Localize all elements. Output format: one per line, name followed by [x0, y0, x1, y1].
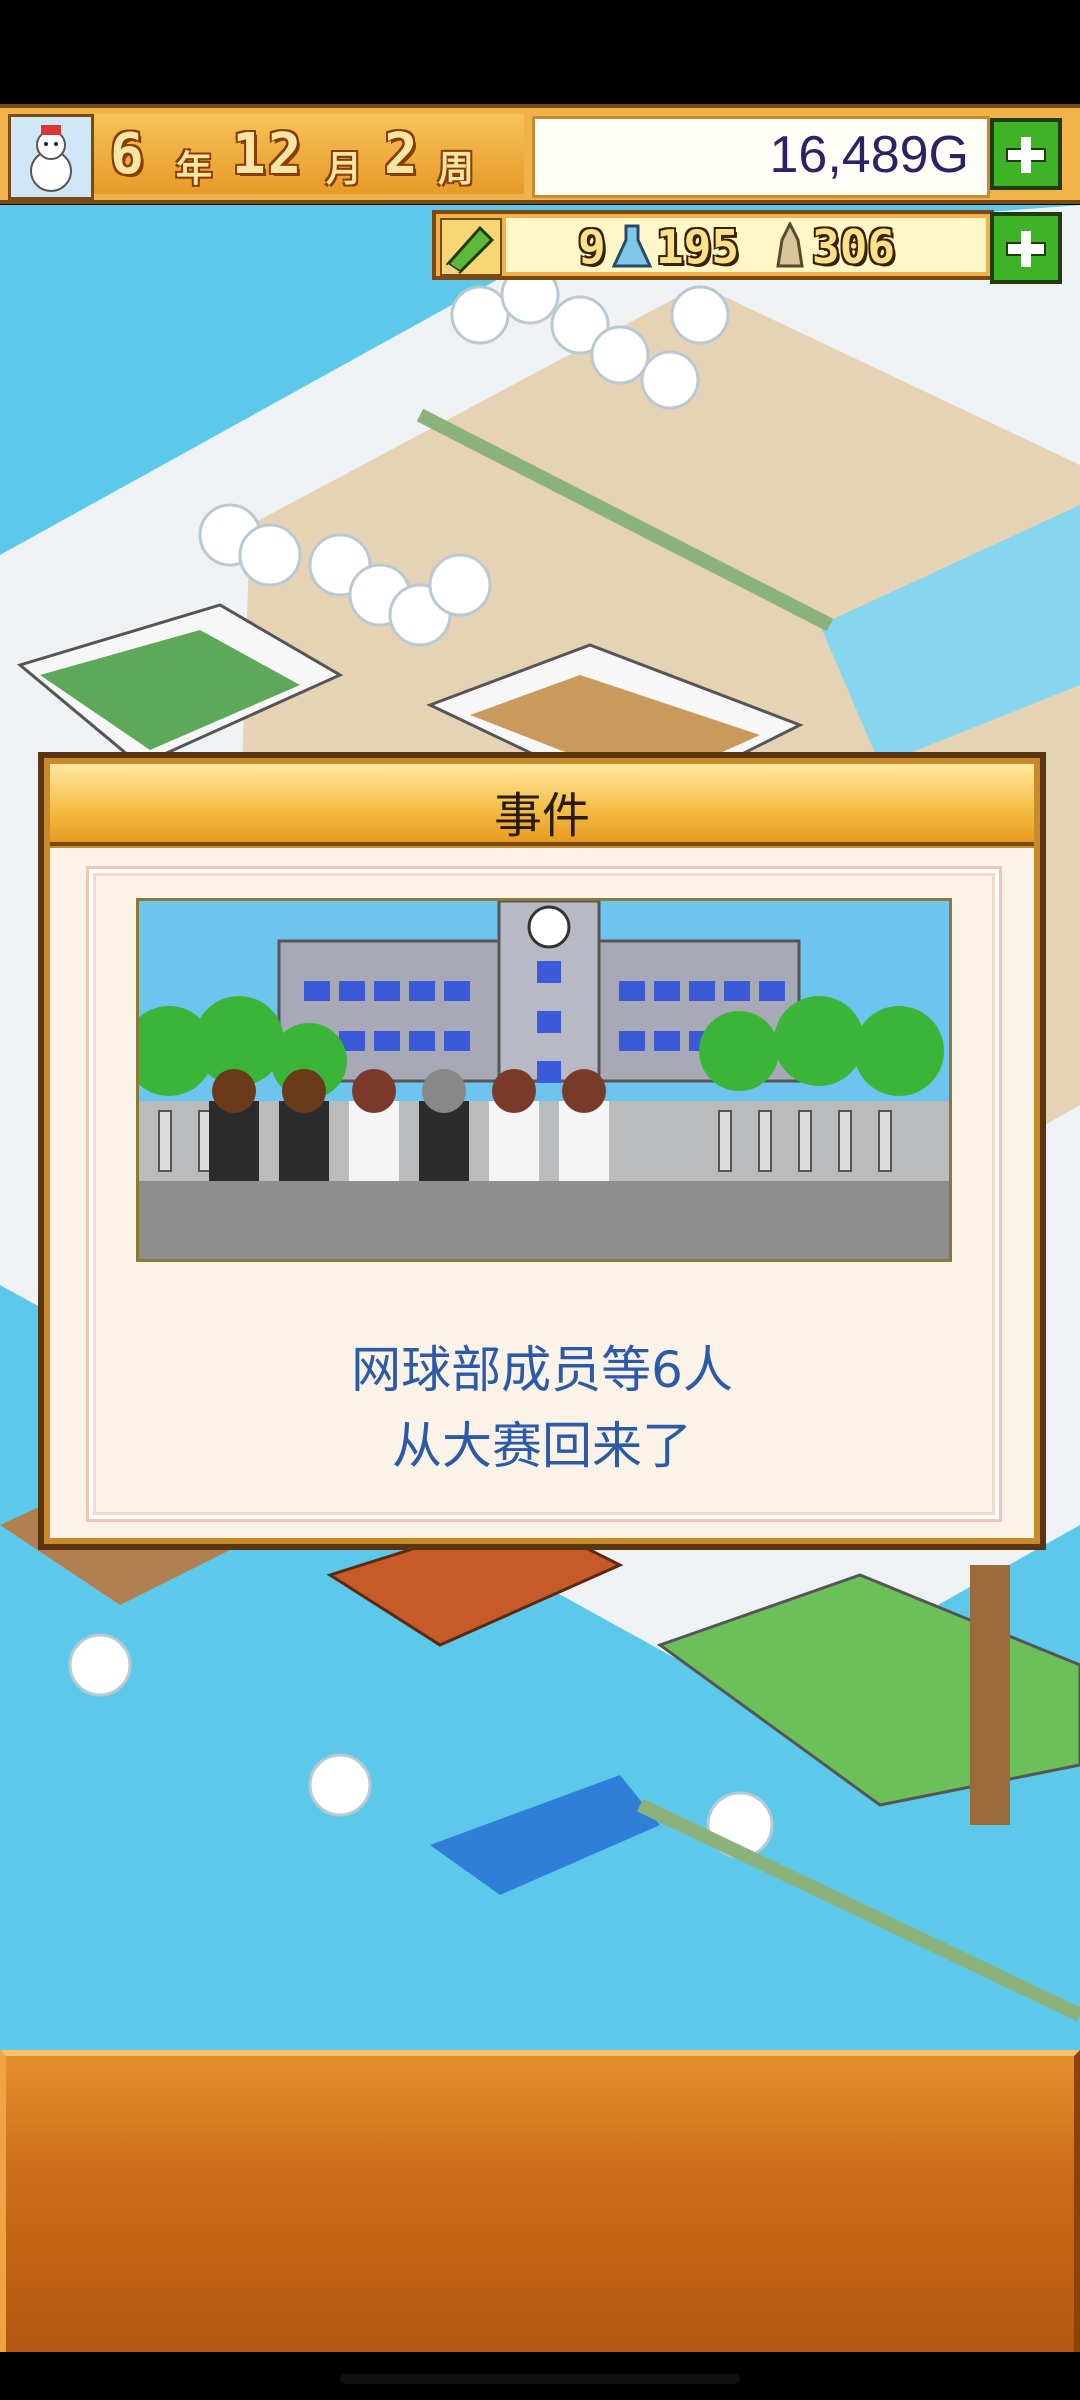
bottom-menu-panel[interactable] — [0, 2050, 1080, 2352]
date-display: 6 年 12 月 2 周 — [94, 114, 524, 194]
money-display: 16,489G — [532, 116, 990, 198]
top-status-bar: 6 年 12 月 2 周 16,489G — [0, 104, 1080, 204]
resource-bar: 9 195 306 — [432, 210, 994, 280]
popularity-value: 306 — [812, 220, 896, 274]
money-value: 16,489G — [769, 126, 970, 184]
week-value: 2 — [384, 122, 420, 187]
snowman-icon — [8, 114, 94, 200]
month-unit: 月 — [326, 149, 363, 190]
points-value: 195 — [656, 220, 740, 274]
dialog-title: 事件 — [493, 788, 590, 844]
year-unit: 年 — [176, 149, 213, 190]
resource-values: 9 195 306 — [506, 218, 986, 274]
year-value: 6 — [110, 122, 146, 187]
tower-icon — [768, 220, 812, 270]
event-dialog[interactable]: 事件 网球部成员等6人 从大赛回来了 — [38, 752, 1046, 1550]
flask-icon — [610, 222, 654, 270]
week-unit: 周 — [438, 149, 475, 190]
dialog-header: 事件 — [50, 764, 1034, 846]
research-value: 9 — [578, 220, 606, 274]
month-value: 12 — [232, 122, 304, 187]
add-resources-button[interactable] — [990, 212, 1062, 284]
home-indicator[interactable] — [340, 2374, 740, 2384]
event-message-line2: 从大赛回来了 — [392, 1417, 692, 1475]
event-message-line1: 网球部成员等6人 — [351, 1341, 733, 1399]
pencil-icon — [440, 218, 502, 276]
add-money-button[interactable] — [990, 118, 1062, 190]
event-illustration — [136, 898, 952, 1262]
